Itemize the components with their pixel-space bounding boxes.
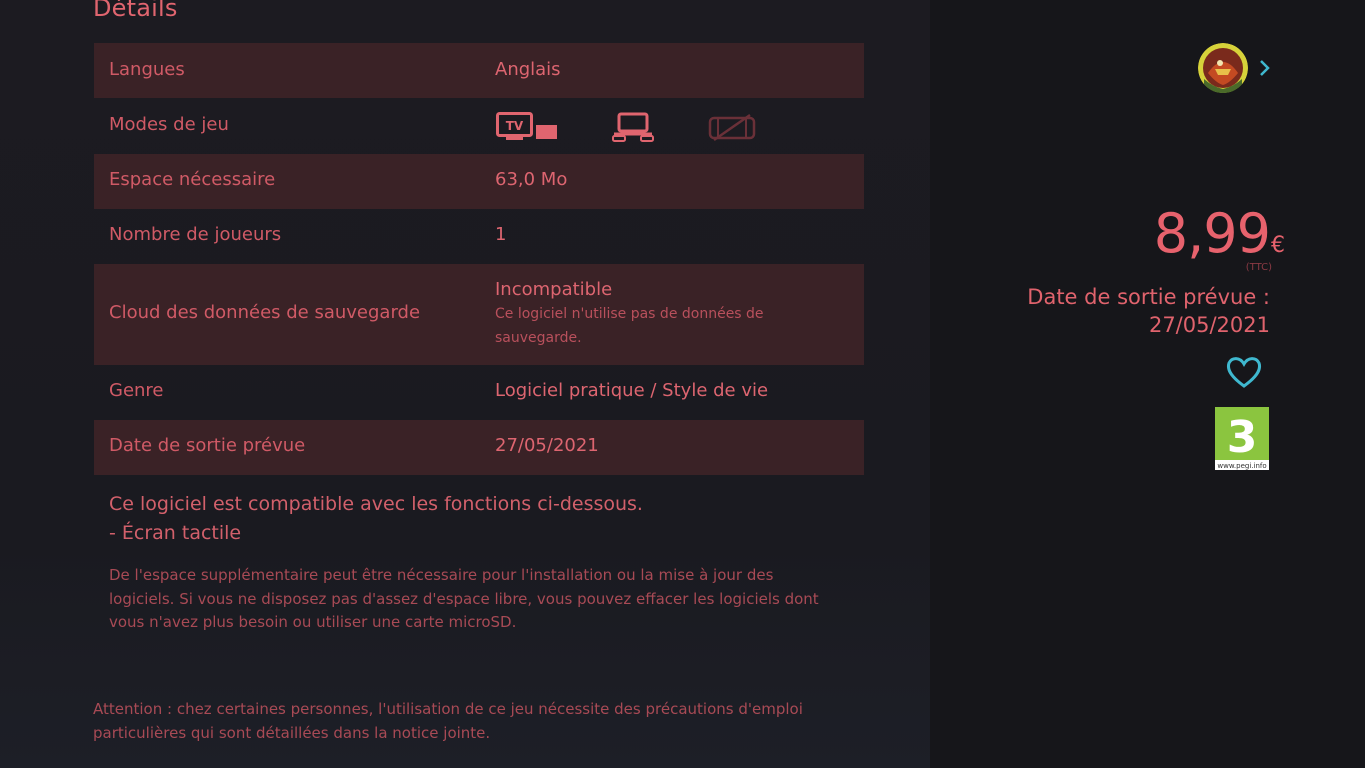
price: 8,99 — [1153, 202, 1271, 265]
release-date-value: 27/05/2021 — [1148, 313, 1270, 337]
storage-note: De l'espace supplémentaire peut être néc… — [109, 566, 819, 631]
row-genre: Genre Logiciel pratique / Style de vie — [94, 365, 864, 420]
row-release-date: Date de sortie prévue 27/05/2021 — [94, 420, 864, 475]
compatibility-feature: - Écran tactile — [109, 522, 242, 544]
eshop-screen: Détails Langues Anglais Modes de jeu TV — [0, 0, 1365, 768]
row-label: Nombre de joueurs — [109, 224, 282, 245]
release-date-label: Date de sortie prévue : — [1027, 285, 1270, 309]
chevron-right-icon[interactable] — [1258, 58, 1270, 82]
attention-note: Attention : chez certaines personnes, l'… — [93, 700, 803, 742]
row-label: Cloud des données de sauvegarde — [109, 302, 421, 323]
details-panel[interactable]: Détails Langues Anglais Modes de jeu TV — [0, 0, 930, 768]
row-storage: Espace nécessaire 63,0 Mo — [94, 154, 864, 209]
pegi-3-badge: 3 www.pegi.info — [1215, 407, 1269, 470]
handheld-mode-icon — [708, 112, 756, 142]
compatibility-info: Ce logiciel est compatible avec les fonc… — [109, 490, 643, 548]
row-value: 27/05/2021 — [495, 435, 599, 456]
row-languages: Langues Anglais — [94, 43, 864, 98]
row-label: Modes de jeu — [109, 114, 229, 135]
compatibility-line: Ce logiciel est compatible avec les fonc… — [109, 493, 643, 515]
row-value: Anglais — [495, 59, 561, 80]
row-cloud-save: Cloud des données de sauvegarde Incompat… — [94, 264, 864, 365]
currency: € — [1271, 233, 1285, 258]
tabletop-mode-icon — [610, 112, 656, 142]
row-play-modes: Modes de jeu TV — [94, 98, 864, 154]
row-value-block: Incompatible Ce logiciel n'utilise pas d… — [495, 279, 825, 350]
purchase-sidebar: 8,99 € (TTC) Date de sortie prévue : 27/… — [930, 0, 1365, 768]
row-label: Date de sortie prévue — [109, 435, 306, 456]
row-label: Genre — [109, 380, 164, 401]
row-value: 1 — [495, 224, 507, 245]
play-mode-icons: TV — [496, 112, 756, 142]
row-value: 63,0 Mo — [495, 169, 568, 190]
row-players: Nombre de joueurs 1 — [94, 209, 864, 264]
row-subtext: Ce logiciel n'utilise pas de données de … — [495, 306, 764, 346]
pegi-site: www.pegi.info — [1217, 462, 1266, 470]
heart-icon[interactable] — [1225, 355, 1263, 393]
pegi-rating: 3 — [1227, 412, 1258, 463]
section-title: Détails — [93, 0, 178, 22]
row-value: Incompatible — [495, 279, 613, 300]
row-value: Logiciel pratique / Style de vie — [495, 380, 769, 401]
user-avatar[interactable] — [1198, 43, 1248, 93]
tv-mode-icon: TV — [496, 112, 558, 142]
row-label: Espace nécessaire — [109, 169, 276, 190]
details-table: Langues Anglais Modes de jeu TV Espace n… — [94, 43, 864, 475]
tax-note: (TTC) — [1245, 262, 1272, 273]
row-label: Langues — [109, 59, 185, 80]
svg-text:TV: TV — [506, 119, 524, 133]
